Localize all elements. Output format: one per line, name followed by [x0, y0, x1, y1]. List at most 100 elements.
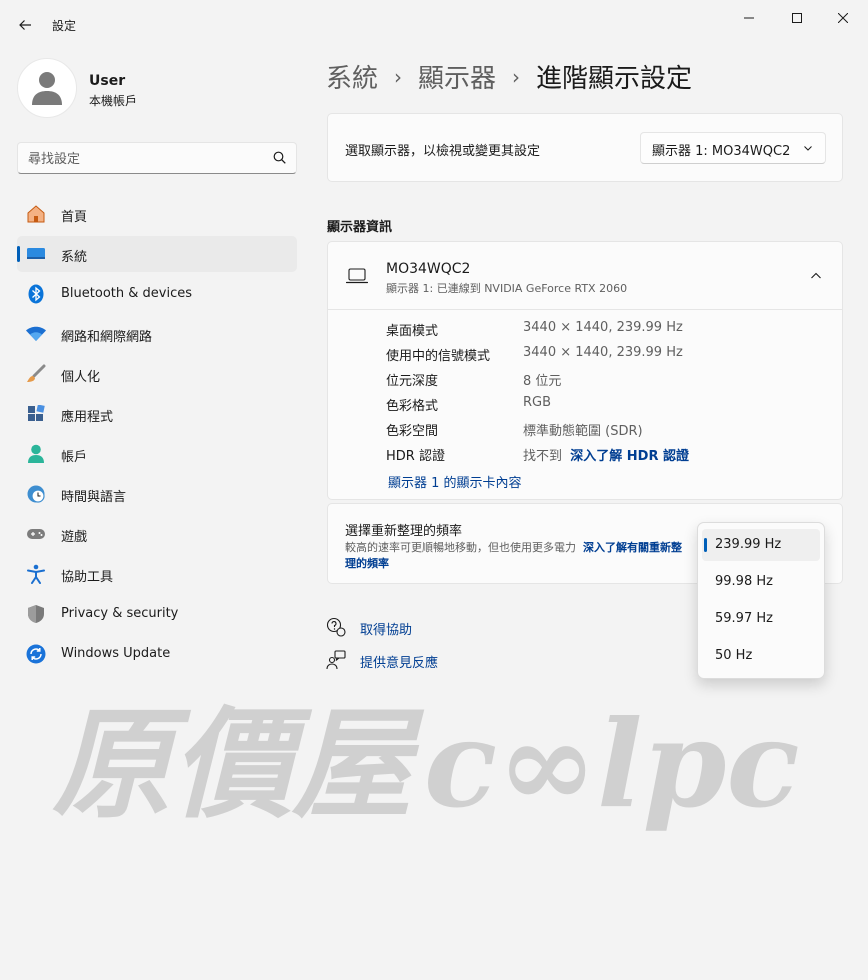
help-links: 取得協助 提供意見反應 [326, 616, 526, 682]
nav-item-gaming[interactable]: 遊戲 [17, 516, 297, 552]
get-help-link[interactable]: 取得協助 [326, 616, 526, 649]
wifi-icon [26, 324, 46, 344]
monitor-name: MO34WQC2 [386, 261, 471, 277]
maximize-icon [792, 13, 802, 23]
nav-item-personalization[interactable]: 個人化 [17, 356, 297, 392]
refresh-option-label: 239.99 Hz [715, 537, 782, 552]
breadcrumb-separator: › [512, 64, 521, 89]
breadcrumb: 系統 › 顯示器 › 進階顯示設定 [326, 58, 692, 95]
refresh-option-selected[interactable]: 239.99 Hz [702, 529, 820, 561]
laptop-icon [346, 268, 368, 284]
info-value: RGB [523, 395, 552, 410]
nav-item-accounts[interactable]: 帳戶 [17, 436, 297, 472]
brush-icon [26, 364, 46, 384]
nav-item-system[interactable]: 系統 [17, 236, 297, 272]
refresh-rate-dropdown-list: 239.99 Hz 99.98 Hz 59.97 Hz 50 Hz [697, 522, 825, 679]
refresh-option[interactable]: 59.97 Hz [702, 603, 820, 635]
refresh-option-label: 50 Hz [715, 648, 753, 663]
info-row: 色彩空間 標準動態範圍 (SDR) [386, 420, 826, 445]
info-row-hdr: HDR 認證 找不到 深入了解 HDR 認證 [386, 445, 826, 470]
account-icon [26, 444, 46, 464]
display-dropdown[interactable]: 顯示器 1: MO34WQC2 [640, 132, 826, 164]
nav-item-bluetooth[interactable]: Bluetooth & devices [17, 276, 297, 312]
info-value: 3440 × 1440, 239.99 Hz [523, 345, 683, 360]
info-row: 使用中的信號模式 3440 × 1440, 239.99 Hz [386, 345, 826, 370]
user-icon [32, 72, 62, 105]
breadcrumb-system[interactable]: 系統 [326, 58, 378, 95]
nav-label: Privacy & security [61, 606, 179, 621]
page-title: 進階顯示設定 [536, 64, 693, 94]
info-key: 色彩格式 [386, 399, 439, 414]
gamepad-icon [26, 524, 46, 544]
nav-label: 個人化 [61, 370, 101, 385]
nav-item-home[interactable]: 首頁 [17, 196, 297, 232]
search-icon [273, 151, 286, 164]
collapse-button[interactable] [804, 264, 828, 288]
close-button[interactable] [820, 4, 866, 32]
refresh-option[interactable]: 99.98 Hz [702, 566, 820, 598]
display-select-card: 選取顯示器，以檢視或變更其設定 顯示器 1: MO34WQC2 [327, 113, 843, 182]
user-account-type: 本機帳戶 [89, 94, 138, 108]
breadcrumb-separator: › [394, 64, 403, 89]
sidebar-nav: 首頁 系統 Bluetooth & devices 網路和網際網路 個人化 應用… [17, 196, 297, 676]
chevron-up-icon [811, 272, 821, 279]
get-help-label: 取得協助 [360, 623, 413, 638]
nav-item-network[interactable]: 網路和網際網路 [17, 316, 297, 352]
info-key: 色彩空間 [386, 424, 439, 439]
bluetooth-icon [26, 284, 46, 304]
info-key: 位元深度 [386, 374, 439, 389]
nav-item-privacy[interactable]: Privacy & security [17, 596, 297, 632]
adapter-properties-link[interactable]: 顯示器 1 的顯示卡內容 [388, 472, 522, 491]
nav-item-windows-update[interactable]: Windows Update [17, 636, 297, 672]
watermark-text-right: c∞lpc [424, 694, 800, 835]
refresh-rate-desc-text: 較高的速率可更順暢地移動，但也使用更多電力 [345, 541, 576, 554]
maximize-button[interactable] [774, 4, 820, 32]
nav-label: 時間與語言 [61, 490, 127, 505]
update-icon [26, 644, 46, 664]
nav-item-time-language[interactable]: 時間與語言 [17, 476, 297, 512]
nav-label: 系統 [61, 250, 88, 265]
title-bar: 設定 [0, 0, 868, 48]
apps-icon [26, 404, 46, 424]
hdr-learn-more-link[interactable]: 深入了解 HDR 認證 [570, 449, 689, 464]
close-icon [838, 13, 848, 23]
minimize-icon [744, 17, 754, 19]
watermark-logo: 原價屋 c∞lpc [52, 690, 832, 840]
display-select-label: 選取顯示器，以檢視或變更其設定 [345, 144, 541, 159]
accessibility-icon [26, 564, 46, 584]
display-dropdown-value: 顯示器 1: MO34WQC2 [652, 144, 791, 159]
nav-label: 協助工具 [61, 570, 114, 585]
search-input[interactable] [28, 149, 268, 169]
watermark-text-left: 原價屋 [52, 694, 412, 835]
nav-label: 首頁 [61, 210, 88, 225]
info-key: 桌面模式 [386, 324, 439, 339]
info-value: 3440 × 1440, 239.99 Hz [523, 320, 683, 335]
breadcrumb-display[interactable]: 顯示器 [418, 58, 496, 95]
feedback-icon [326, 650, 346, 670]
info-row: 色彩格式 RGB [386, 395, 826, 420]
feedback-link[interactable]: 提供意見反應 [326, 649, 526, 682]
hdr-status: 找不到 [523, 449, 563, 464]
feedback-label: 提供意見反應 [360, 656, 439, 671]
info-row: 位元深度 8 位元 [386, 370, 826, 395]
refresh-rate-title: 選擇重新整理的頻率 [345, 524, 463, 539]
refresh-option-label: 59.97 Hz [715, 611, 773, 626]
info-value: 8 位元 [523, 374, 562, 389]
display-info-header[interactable]: MO34WQC2 顯示器 1: 已連線到 NVIDIA GeForce RTX … [328, 242, 842, 310]
display-info-rows: 桌面模式 3440 × 1440, 239.99 Hz 使用中的信號模式 344… [386, 320, 826, 470]
monitor-connection: 顯示器 1: 已連線到 NVIDIA GeForce RTX 2060 [386, 282, 628, 295]
minimize-button[interactable] [726, 4, 772, 32]
nav-label: Windows Update [61, 646, 171, 661]
avatar[interactable] [17, 58, 77, 118]
refresh-option-label: 99.98 Hz [715, 574, 773, 589]
arrow-left-icon [19, 20, 31, 30]
refresh-option[interactable]: 50 Hz [702, 640, 820, 672]
nav-item-apps[interactable]: 應用程式 [17, 396, 297, 432]
home-icon [26, 204, 46, 224]
settings-window: 設定 User 本機帳戶 首頁 系統 [0, 0, 868, 980]
nav-item-accessibility[interactable]: 協助工具 [17, 556, 297, 592]
search-box[interactable] [17, 142, 297, 174]
back-button[interactable] [10, 10, 40, 40]
nav-label: Bluetooth & devices [61, 286, 192, 301]
info-value: 標準動態範圍 (SDR) [523, 424, 643, 439]
